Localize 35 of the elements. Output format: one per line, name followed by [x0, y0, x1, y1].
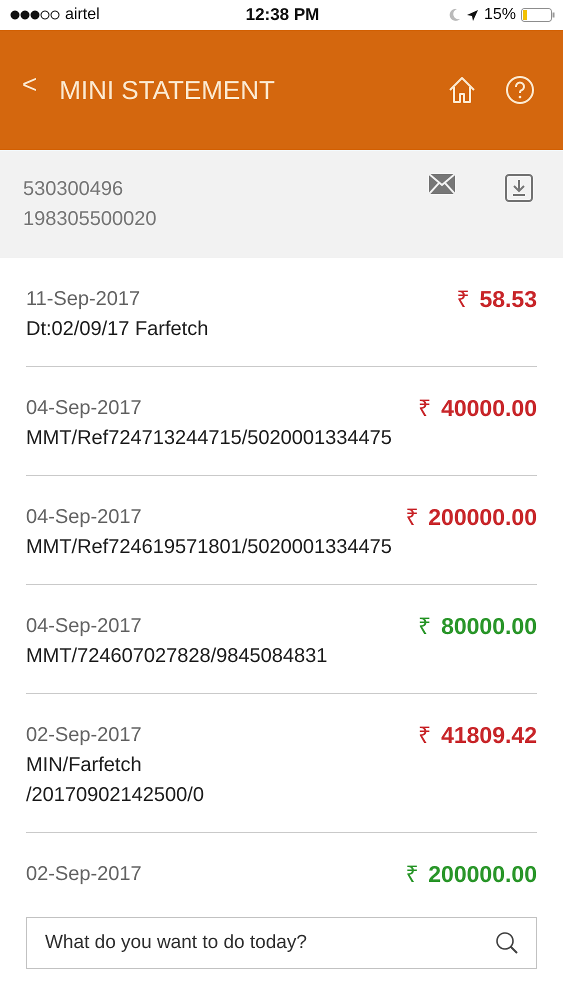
transaction-amount: ₹ 200000.00	[405, 503, 537, 532]
account-number: 530300496	[23, 177, 124, 202]
carrier-name: airtel	[65, 6, 100, 24]
moon-icon	[448, 8, 461, 22]
home-icon[interactable]	[447, 75, 477, 105]
battery-percent: 15%	[484, 6, 516, 24]
help-icon[interactable]	[505, 75, 535, 105]
transaction-description: Dt:02/09/17 Farfetch	[26, 317, 208, 342]
transaction-date: 04-Sep-2017	[26, 396, 143, 421]
search-icon[interactable]	[495, 931, 519, 955]
location-arrow-icon	[466, 8, 479, 22]
download-icon[interactable]	[505, 174, 533, 202]
transaction-date: 11-Sep-2017	[26, 287, 142, 312]
transaction-description: MMT/Ref724619571801/5020001334475	[26, 535, 392, 560]
mail-icon[interactable]	[429, 174, 455, 194]
back-button[interactable]: <	[22, 68, 38, 100]
transaction-description: /20170902142500/0	[26, 783, 204, 808]
transaction-amount: ₹ 41809.42	[418, 721, 537, 750]
transaction-description: MMT/724607027828/9845084831	[26, 644, 328, 669]
search-field[interactable]: What do you want to do today?	[26, 917, 537, 969]
transaction-description: MIN/Farfetch	[26, 753, 143, 778]
transaction-amount: ₹ 80000.00	[418, 612, 537, 641]
transaction-date: 04-Sep-2017	[26, 505, 143, 530]
status-time: 12:38 PM	[246, 5, 320, 25]
transaction-date: 02-Sep-2017	[26, 862, 142, 887]
transaction-date: 04-Sep-2017	[26, 614, 143, 639]
battery-icon	[520, 8, 555, 22]
transaction-date: 02-Sep-2017	[26, 723, 143, 748]
transaction-amount: ₹ 200000.00	[405, 860, 537, 889]
transaction-amount: ₹ 40000.00	[418, 394, 537, 423]
page-title: MINI STATEMENT	[59, 74, 276, 106]
account-number: 198305500020	[23, 207, 158, 232]
transaction-description: MMT/Ref724713244715/5020001334475	[26, 426, 392, 451]
transaction-amount: ₹ 58.53	[456, 285, 537, 314]
signal-icon	[10, 10, 60, 20]
